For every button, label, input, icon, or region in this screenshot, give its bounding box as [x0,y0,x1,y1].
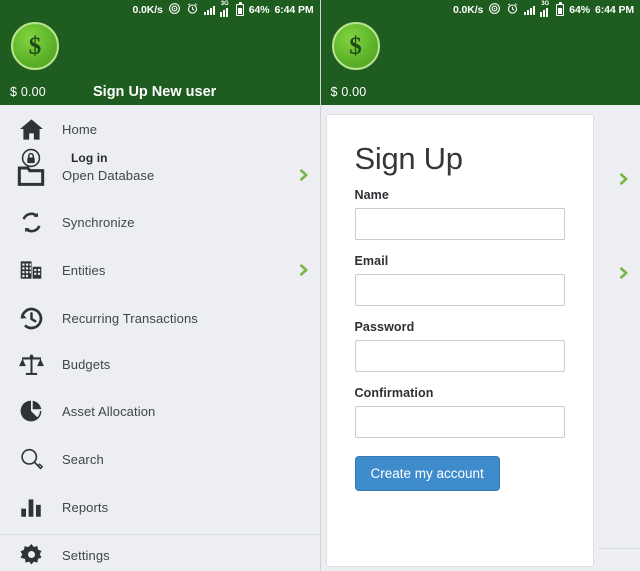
signup-form: Sign Up Name Email Password Confirmation Cr… [327,115,594,491]
menu-item-open-database[interactable]: Open Database [0,151,320,199]
battery-icon [556,1,565,16]
menu-item-label: Budgets [62,356,111,372]
menu-item-label: Recurring Transactions [62,310,198,326]
page-title: Sign Up New user [93,84,217,100]
avatar[interactable]: $ [331,22,380,70]
network-speed-text: 0.0K/s [132,3,163,16]
navigation-drawer: Home Log in Open Database Synchronize Entiti… [0,105,320,571]
name-input[interactable] [354,207,565,240]
signal-3g-icon: 3G [219,1,231,17]
history-clock-icon [0,305,62,332]
confirmation-input[interactable] [354,405,565,438]
app-header-left: 0.0K/s 3G 64% 6:44 PM $ $ 0.00 Sign Up N… [0,0,320,105]
clock-text: 6:44 PM [595,3,634,16]
menu-item-recurring-transactions[interactable]: Recurring Transactions [0,294,320,342]
alarm-clock-icon [506,2,519,17]
dual-screenshot-composite: 0.0K/s 3G 64% 6:44 PM $ $ 0.00 Sign Up N… [0,0,640,571]
field-label-password: Password [354,319,415,334]
signup-heading: Sign Up [354,141,463,176]
battery-percent-text: 64% [248,3,270,16]
signal-3g-icon: 3G [540,1,551,17]
folder-icon [0,161,62,189]
password-input[interactable] [354,339,565,372]
menu-item-label: Synchronize [62,214,135,230]
signup-content-area: Sign Up Name Email Password Confirmation Cr… [320,105,640,571]
field-label-confirmation: Confirmation [354,385,434,400]
battery-percent-text: 64% [569,3,591,16]
network-speed-text: 0.0K/s [452,3,484,16]
avatar[interactable]: $ [11,22,59,70]
battery-icon [235,1,244,16]
status-bar-right: 0.0K/s 3G 64% 6:44 PM [321,0,640,19]
gear-icon [0,542,62,569]
menu-item-search[interactable]: Search [0,435,320,483]
menu-item-label: Settings [62,547,110,563]
peek-divider [598,548,640,549]
menu-item-label: Entities [62,262,106,278]
signal-3g-label: 3G [541,1,550,7]
left-panel-drawer-open: 0.0K/s 3G 64% 6:44 PM $ $ 0.00 Sign Up N… [0,0,320,571]
menu-item-label: Asset Allocation [62,403,156,419]
alarm-clock-icon [186,2,199,17]
status-bar-left: 0.0K/s 3G 64% 6:44 PM [0,0,320,19]
signup-card: Sign Up Name Email Password Confirmation Cr… [325,114,594,567]
chevron-right-icon[interactable] [616,266,630,280]
signal-bars-icon [524,4,536,15]
sync-icon [0,209,62,236]
drawer-peek-strip[interactable] [598,105,640,571]
menu-item-settings[interactable]: Settings [0,531,320,571]
bar-chart-icon [0,494,62,520]
chevron-right-icon[interactable] [296,263,310,277]
chevron-right-icon[interactable] [616,172,630,186]
avatar-dollar-symbol: $ [349,32,362,60]
magnifier-icon [0,446,62,472]
menu-item-reports[interactable]: Reports [0,483,320,531]
app-header-right: 0.0K/s 3G 64% 6:44 PM $ $ 0.00 [320,0,640,105]
wifi-icon [488,2,501,17]
chevron-right-icon[interactable] [296,168,310,182]
menu-item-label: Open Database [62,167,155,183]
avatar-dollar-symbol: $ [28,32,42,60]
pie-chart-icon [0,398,62,424]
menu-item-entities[interactable]: Entities [0,246,320,294]
menu-item-synchronize[interactable]: Synchronize [0,198,320,246]
wifi-icon [168,2,181,17]
balance-text: $ 0.00 [10,85,46,99]
building-icon [0,257,62,283]
scales-icon [0,351,62,378]
field-label-email: Email [354,253,389,268]
menu-item-budgets[interactable]: Budgets [0,340,320,388]
signal-3g-label: 3G [220,1,229,7]
right-panel-signup-form: 0.0K/s 3G 64% 6:44 PM $ $ 0.00 Sign Up N… [319,0,640,571]
create-account-button[interactable]: Create my account [354,455,500,491]
clock-text: 6:44 PM [274,3,314,16]
balance-text: $ 0.00 [330,85,367,99]
menu-item-label: Search [62,451,104,467]
field-label-name: Name [354,187,389,202]
menu-item-label: Reports [62,499,109,515]
email-input[interactable] [354,273,565,306]
signal-bars-icon [203,4,215,15]
menu-item-asset-allocation[interactable]: Asset Allocation [0,387,320,435]
